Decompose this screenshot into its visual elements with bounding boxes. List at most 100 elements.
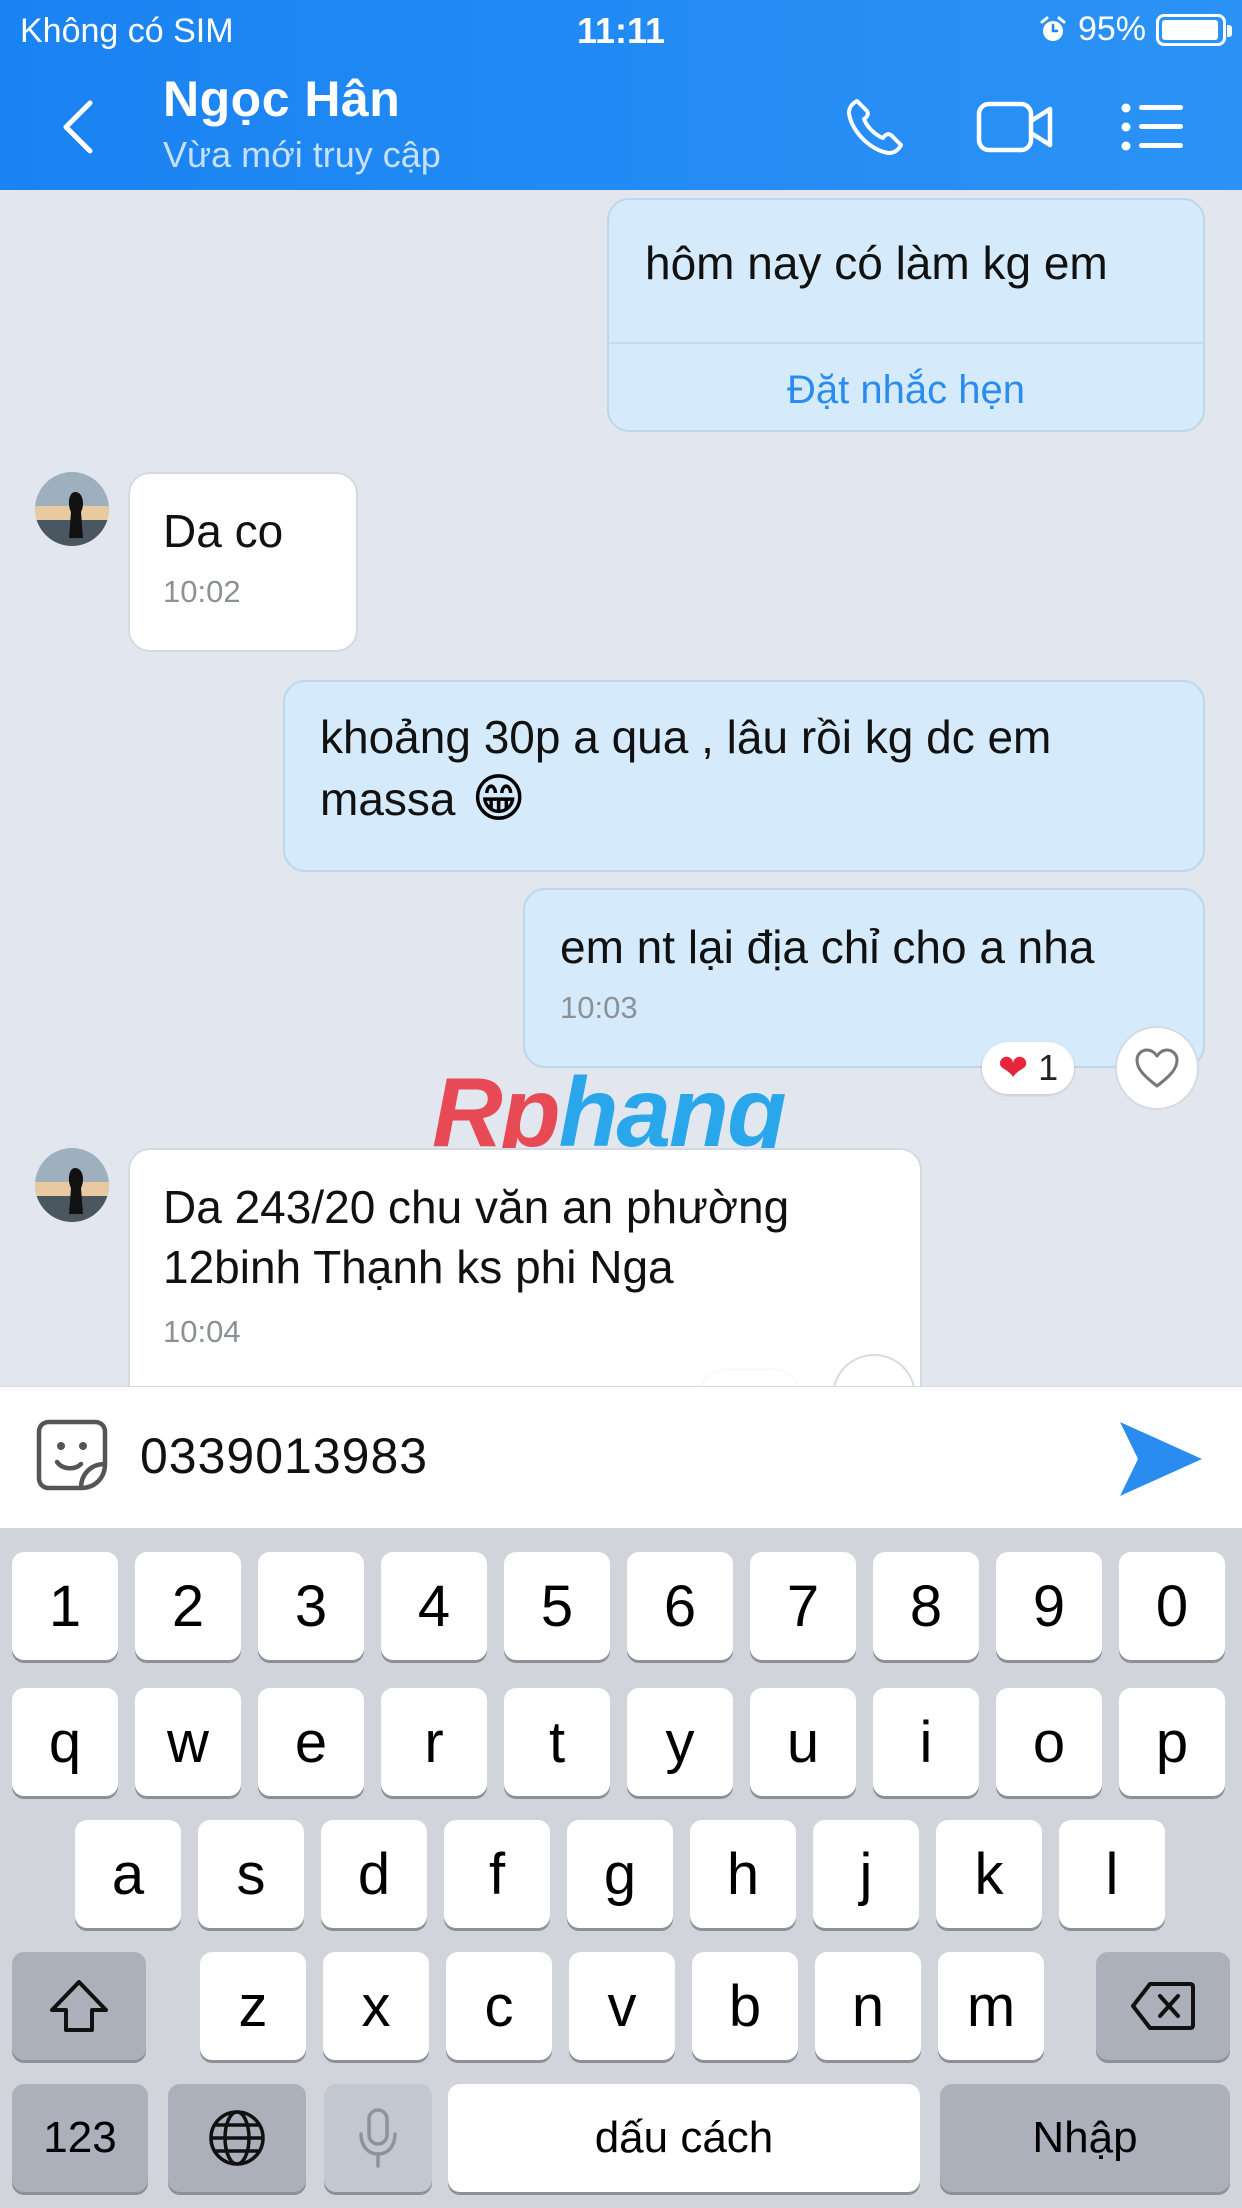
space-key[interactable]: dấu cách xyxy=(448,2084,920,2192)
react-button[interactable] xyxy=(1115,1026,1199,1110)
key-j[interactable]: j xyxy=(813,1820,919,1928)
send-arrow-icon xyxy=(1120,1422,1202,1496)
key-y[interactable]: y xyxy=(627,1688,733,1796)
contact-name: Ngọc Hân xyxy=(163,71,401,127)
video-call-button[interactable] xyxy=(975,92,1055,162)
back-button[interactable] xyxy=(60,92,120,162)
key-i[interactable]: i xyxy=(873,1688,979,1796)
heart-reaction-icon: ❤ xyxy=(998,1047,1029,1088)
key-f[interactable]: f xyxy=(444,1820,550,1928)
key-t[interactable]: t xyxy=(504,1688,610,1796)
status-indicators: 95% xyxy=(1038,10,1232,49)
menu-icon xyxy=(1121,103,1183,151)
contact-status: Vừa mới truy cập xyxy=(163,134,441,175)
return-key[interactable]: Nhập xyxy=(940,2084,1230,2192)
key-5[interactable]: 5 xyxy=(504,1552,610,1660)
avatar[interactable] xyxy=(35,1148,109,1222)
message-bubble-received[interactable]: Da 243/20 chu văn an phường 12binh Thạnh… xyxy=(128,1148,922,1386)
message-bubble-sent[interactable]: khoảng 30p a qua , lâu rồi kg dc em mass… xyxy=(283,680,1205,872)
sticker-smile-icon xyxy=(36,1419,108,1491)
key-s[interactable]: s xyxy=(198,1820,304,1928)
message-text-line: khoảng 30p a qua , lâu rồi kg dc em xyxy=(320,711,1052,763)
heart-outline-icon xyxy=(1135,1048,1179,1088)
key-2[interactable]: 2 xyxy=(135,1552,241,1660)
key-b[interactable]: b xyxy=(692,1952,798,2060)
send-button[interactable] xyxy=(1116,1417,1206,1501)
message-text-line: 12binh Thạnh ks phi Nga xyxy=(163,1241,674,1293)
key-z[interactable]: z xyxy=(200,1952,306,2060)
alarm-clock-icon xyxy=(1040,16,1066,41)
message-bubble-sent[interactable]: em nt lại địa chỉ cho a nha 10:03 xyxy=(523,888,1205,1068)
key-g[interactable]: g xyxy=(567,1820,673,1928)
reaction-summary[interactable]: ❤ 1 xyxy=(982,1042,1075,1094)
key-o[interactable]: o xyxy=(996,1688,1102,1796)
video-camera-icon xyxy=(976,101,1053,153)
shift-key[interactable] xyxy=(12,1952,146,2060)
key-7[interactable]: 7 xyxy=(750,1552,856,1660)
contact-title[interactable]: Ngọc Hân Vừa mới truy cập xyxy=(163,70,441,176)
key-9[interactable]: 9 xyxy=(996,1552,1102,1660)
reaction-summary[interactable] xyxy=(700,1370,800,1386)
message-time: 10:03 xyxy=(560,990,638,1025)
key-n[interactable]: n xyxy=(815,1952,921,2060)
chat-header: Không có SIM 11:11 95% Ngọc Hân Vừa mới … xyxy=(0,0,1242,190)
key-u[interactable]: u xyxy=(750,1688,856,1796)
chevron-left-icon xyxy=(63,100,93,154)
voice-call-button[interactable] xyxy=(840,92,910,162)
battery-icon xyxy=(1156,13,1232,46)
status-bar: Không có SIM 11:11 95% xyxy=(0,0,1242,62)
avatar[interactable] xyxy=(35,472,109,546)
shift-icon xyxy=(50,1980,108,2032)
reaction-count: 1 xyxy=(1038,1047,1059,1088)
message-text: Da co xyxy=(163,505,284,557)
sticker-button[interactable] xyxy=(32,1415,112,1495)
key-x[interactable]: x xyxy=(323,1952,429,2060)
message-text-line: Da 243/20 chu văn an phường xyxy=(163,1181,790,1233)
message-time: 10:04 xyxy=(163,1314,241,1349)
globe-key[interactable] xyxy=(168,2084,306,2192)
key-6[interactable]: 6 xyxy=(627,1552,733,1660)
key-1[interactable]: 1 xyxy=(12,1552,118,1660)
avatar-image xyxy=(35,472,109,546)
key-8[interactable]: 8 xyxy=(873,1552,979,1660)
key-w[interactable]: w xyxy=(135,1688,241,1796)
phone-icon xyxy=(847,99,903,155)
message-list[interactable]: hôm nay có làm kg em Đặt nhắc hẹn Da co … xyxy=(0,190,1242,1386)
message-text: hôm nay có làm kg em xyxy=(645,237,1108,289)
key-4[interactable]: 4 xyxy=(381,1552,487,1660)
set-reminder-link[interactable]: Đặt nhắc hẹn xyxy=(609,368,1203,413)
grinning-emoji-icon: 😁 xyxy=(471,770,526,828)
backspace-icon xyxy=(1131,1982,1195,2030)
microphone-icon xyxy=(359,2108,397,2168)
key-q[interactable]: q xyxy=(12,1688,118,1796)
key-c[interactable]: c xyxy=(446,1952,552,2060)
avatar-image xyxy=(35,1148,109,1222)
message-bubble-received[interactable]: Da co 10:02 xyxy=(128,472,358,652)
key-h[interactable]: h xyxy=(690,1820,796,1928)
menu-button[interactable] xyxy=(1118,92,1188,162)
key-r[interactable]: r xyxy=(381,1688,487,1796)
message-text: em nt lại địa chỉ cho a nha xyxy=(560,921,1095,973)
key-m[interactable]: m xyxy=(938,1952,1044,2060)
key-3[interactable]: 3 xyxy=(258,1552,364,1660)
key-0[interactable]: 0 xyxy=(1119,1552,1225,1660)
key-d[interactable]: d xyxy=(321,1820,427,1928)
message-text-line: massa xyxy=(320,773,456,825)
key-v[interactable]: v xyxy=(569,1952,675,2060)
divider xyxy=(609,342,1203,344)
key-l[interactable]: l xyxy=(1059,1820,1165,1928)
delete-key[interactable] xyxy=(1096,1952,1230,2060)
message-input[interactable]: 0339013983 xyxy=(140,1427,428,1485)
microphone-key[interactable] xyxy=(324,2084,432,2192)
message-bubble-sent[interactable]: hôm nay có làm kg em Đặt nhắc hẹn xyxy=(607,198,1205,432)
key-e[interactable]: e xyxy=(258,1688,364,1796)
message-text-line-group: massa 😁 xyxy=(320,768,526,830)
message-composer: 0339013983 xyxy=(0,1386,1242,1528)
message-time: 10:02 xyxy=(163,574,241,609)
keyboard: 123 dấu cách Nhập 1234567890qwertyuiopas… xyxy=(0,1528,1242,2208)
key-a[interactable]: a xyxy=(75,1820,181,1928)
battery-percent: 95% xyxy=(1077,10,1146,48)
numbers-key[interactable]: 123 xyxy=(12,2084,148,2192)
key-k[interactable]: k xyxy=(936,1820,1042,1928)
key-p[interactable]: p xyxy=(1119,1688,1225,1796)
